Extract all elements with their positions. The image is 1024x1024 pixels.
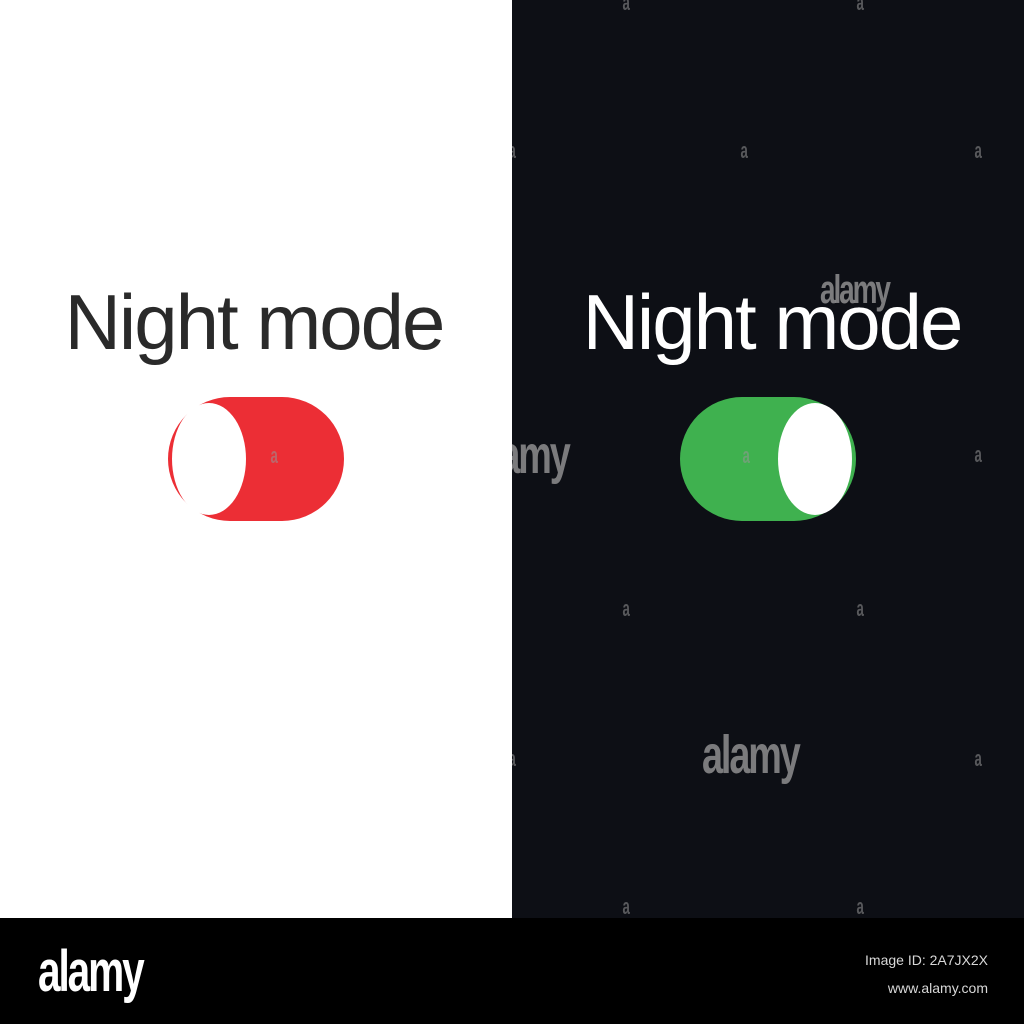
watermark-glyph: a <box>740 138 748 163</box>
dark-mode-panel: a a a a a a a a a a a a alamy alamy alam… <box>512 0 1024 918</box>
watermark-glyph: a <box>974 442 982 467</box>
watermark-glyph: a <box>512 746 516 772</box>
footer-bar: alamy Image ID: 2A7JX2X www.alamy.com <box>0 918 1024 1024</box>
watermark-glyph: a <box>856 0 864 15</box>
watermark-glyph: a <box>742 443 750 468</box>
watermark-glyph: a <box>856 894 864 918</box>
light-mode-panel: Night mode a <box>0 0 512 918</box>
night-mode-toggle-on[interactable]: a <box>680 397 856 521</box>
watermark-glyph: a <box>974 746 982 771</box>
footer-meta: Image ID: 2A7JX2X www.alamy.com <box>865 946 988 1002</box>
page: Night mode a a a a a a a a a a a a a ala… <box>0 0 1024 1024</box>
watermark-glyph: a <box>270 443 278 468</box>
watermark-glyph: a <box>512 138 516 164</box>
image-id: Image ID: 2A7JX2X <box>865 952 988 968</box>
night-mode-toggle-off[interactable]: a <box>168 397 344 521</box>
watermark-glyph: a <box>622 894 630 918</box>
toggle-knob <box>172 403 246 515</box>
site-url: www.alamy.com <box>887 980 988 996</box>
toggle-knob <box>778 403 852 515</box>
watermark-glyph: a <box>856 596 864 621</box>
watermark-logo: alamy <box>702 725 801 785</box>
night-mode-title: Night mode <box>582 278 964 366</box>
watermark-glyph: a <box>974 138 982 163</box>
watermark-glyph: a <box>622 596 630 621</box>
footer-logo: alamy <box>38 939 145 1004</box>
watermark-glyph: a <box>622 0 630 15</box>
watermark-logo: alamy <box>512 425 571 485</box>
night-mode-title: Night mode <box>64 278 446 366</box>
